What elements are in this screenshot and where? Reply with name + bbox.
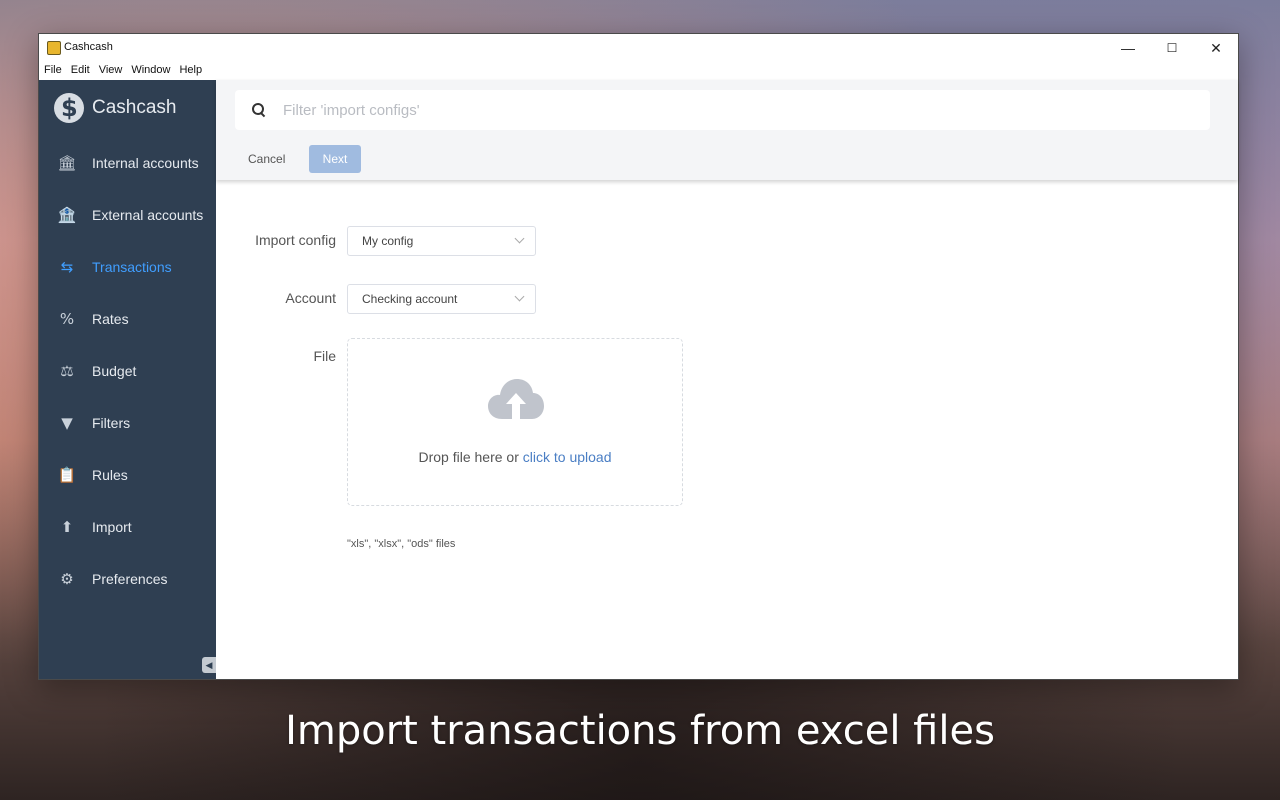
sidebar-item-internal-accounts[interactable]: 🏛 Internal accounts [39,137,216,189]
sidebar-item-filters[interactable]: ▼ Filters [39,397,216,449]
cancel-button[interactable]: Cancel [236,148,297,170]
import-config-select[interactable]: My config [347,226,536,256]
maximize-button[interactable]: ☐ [1150,34,1194,62]
close-button[interactable]: ✕ [1194,34,1238,62]
chevron-down-icon [514,233,525,244]
sidebar-item-label: Budget [92,363,137,379]
account-select[interactable]: Checking account [347,284,536,314]
minimize-button[interactable]: — [1106,34,1150,62]
menu-help[interactable]: Help [179,62,207,80]
search-box [235,90,1210,130]
chevron-down-icon [514,291,525,302]
file-import-icon: ⬆ [60,518,74,536]
menu-window[interactable]: Window [131,62,175,80]
menu-edit[interactable]: Edit [71,62,95,80]
import-config-label: Import config [255,232,336,248]
title-bar: Cashcash — ☐ ✕ [39,34,1238,62]
sidebar-item-transactions[interactable]: ⇆ Transactions [39,241,216,293]
upload-link[interactable]: click to upload [523,449,612,465]
sidebar-item-label: Internal accounts [92,155,199,171]
file-type-hint: "xls", "xlsx", "ods" files [347,538,456,550]
sidebar-item-rules[interactable]: 📋 Rules [39,449,216,501]
sidebar-item-label: External accounts [92,207,204,223]
cashcash-logo-icon [54,93,84,123]
drop-text-label: Drop file here or [418,449,523,465]
brand-name: Cashcash [92,97,177,118]
sidebar-item-label: Rates [92,311,129,327]
sidebar-item-label: Preferences [92,571,168,587]
cloud-upload-icon [488,379,544,419]
promo-caption: Import transactions from excel files [285,708,995,754]
sidebar-item-preferences[interactable]: ⚙ Preferences [39,553,216,605]
scale-icon: ⚖ [60,362,74,380]
app-icon [47,41,61,55]
filter-funnel-icon: ▼ [61,414,73,432]
gear-icon: ⚙ [60,570,74,588]
sidebar-item-label: Import [92,519,132,535]
app-window: Cashcash — ☐ ✕ File Edit View Window Hel… [38,33,1239,680]
swap-arrows-icon: ⇆ [60,258,74,276]
drop-text: Drop file here or click to upload [348,449,682,465]
bank-icon: 🏛 [57,154,77,172]
sidebar-item-label: Transactions [92,259,172,275]
external-bank-icon: 🏦 [57,206,77,224]
next-button[interactable]: Next [309,145,361,173]
sidebar-item-import[interactable]: ⬆ Import [39,501,216,553]
file-dropzone[interactable]: Drop file here or click to upload [347,338,683,506]
percent-icon: % [59,310,75,328]
sidebar-item-external-accounts[interactable]: 🏦 External accounts [39,189,216,241]
window-title: Cashcash [64,41,113,53]
menu-view[interactable]: View [99,62,128,80]
main-content: Cancel Next Import config My config Acco… [216,80,1238,679]
sidebar-item-label: Filters [92,415,131,431]
top-bar: Cancel Next [216,80,1238,180]
sidebar-collapse-button[interactable]: ◀ [202,657,216,673]
import-config-value: My config [362,234,414,248]
file-label: File [313,348,336,364]
menu-bar: File Edit View Window Help [39,62,1238,80]
sidebar-item-rates[interactable]: % Rates [39,293,216,345]
sidebar-item-budget[interactable]: ⚖ Budget [39,345,216,397]
clipboard-icon: 📋 [57,466,77,484]
account-label: Account [285,290,336,306]
sidebar-item-label: Rules [92,467,128,483]
sidebar: Cashcash 🏛 Internal accounts 🏦 External … [39,80,216,679]
search-input[interactable] [281,100,1185,120]
account-value: Checking account [362,292,458,306]
sidebar-nav: 🏛 Internal accounts 🏦 External accounts … [39,137,216,605]
menu-file[interactable]: File [44,62,67,80]
brand: Cashcash [54,90,177,126]
search-icon [251,102,267,118]
